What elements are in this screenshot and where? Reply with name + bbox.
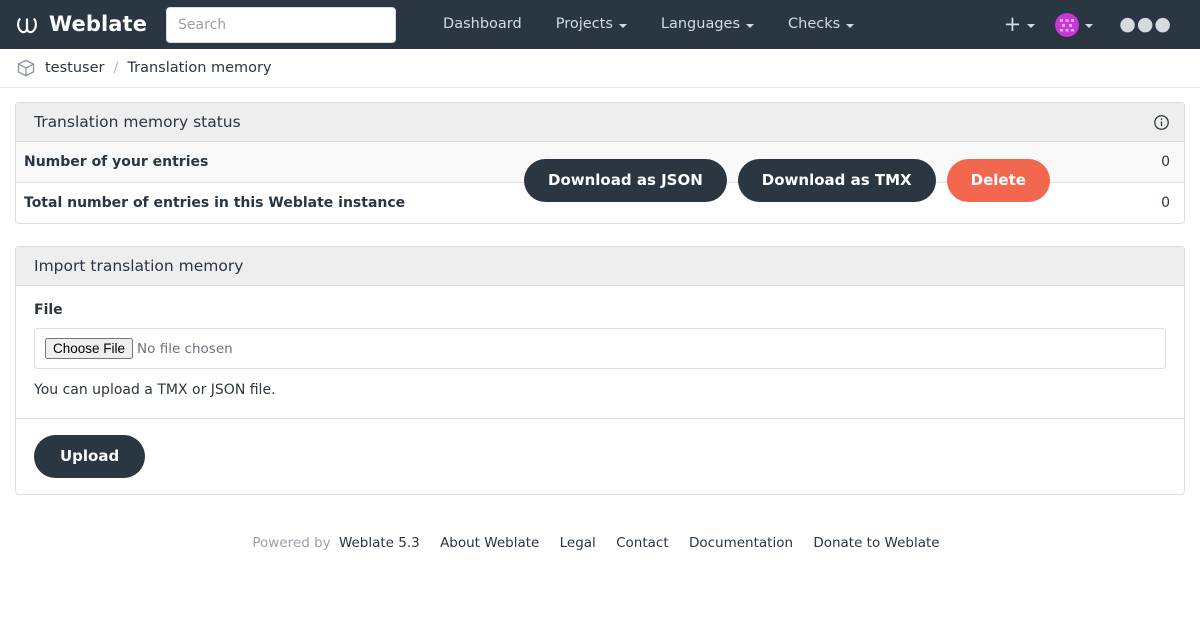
nav-label: Projects [555,16,613,32]
download-json-button[interactable]: Download as JSON [524,159,727,202]
main-content: Translation memory status Number of your… [0,88,1200,551]
breadcrumb-separator: / [113,60,119,76]
user-avatar-identicon [1055,12,1080,37]
nav-item-languages[interactable]: Languages [644,0,771,49]
page-title: Translation memory status [34,113,241,131]
weblate-logo-icon [14,12,40,38]
footer-link-version[interactable]: Weblate 5.3 [339,535,420,551]
chevron-down-icon [746,23,755,28]
import-translation-memory-panel: Import translation memory File You can u… [15,246,1185,495]
chevron-down-icon [618,23,627,28]
overflow-menu-button[interactable]: ●●● [1105,0,1186,49]
user-menu-button[interactable] [1047,0,1101,49]
nav-item-projects[interactable]: Projects [539,0,644,49]
chevron-down-icon [1085,23,1094,28]
footer-link-legal[interactable]: Legal [560,535,596,551]
breadcrumb: testuser / Translation memory [0,49,1200,88]
nav-label: Checks [788,16,841,32]
import-panel-title: Import translation memory [34,257,244,275]
file-field-label: File [34,302,63,318]
ellipsis-horizontal-icon: ●●● [1119,13,1172,35]
download-tmx-button[interactable]: Download as TMX [737,159,936,202]
nav-item-dashboard[interactable]: Dashboard [426,0,539,49]
row-value-total-entries: 0 [1124,182,1184,223]
file-input[interactable] [45,338,1155,359]
nav-label: Languages [660,16,741,32]
navbar-right-group: + ●●● [996,0,1186,49]
chevron-down-icon [1027,23,1036,28]
cube-box-icon [16,58,36,78]
row-value-your-entries: 0 [1161,154,1170,170]
brand-home-link[interactable]: Weblate [14,12,147,38]
footer-link-about[interactable]: About Weblate [440,535,539,551]
footer-link-contact[interactable]: Contact [616,535,669,551]
info-circle-icon[interactable] [1153,114,1170,131]
page-footer: Powered by Weblate 5.3 About Weblate Leg… [15,517,1185,551]
footer-link-donate[interactable]: Donate to Weblate [813,535,939,551]
brand-name: Weblate [49,12,148,36]
panel-heading: Import translation memory [16,247,1184,286]
import-panel-footer: Upload [16,418,1184,494]
upload-button[interactable]: Upload [34,435,146,478]
file-input-wrapper[interactable] [34,328,1166,369]
translation-memory-status-panel: Translation memory status Number of your… [15,102,1185,224]
plus-icon: + [1003,12,1022,36]
nav-item-checks[interactable]: Checks [771,0,871,49]
breadcrumb-item-user[interactable]: testuser [45,60,104,76]
powered-by-label: Powered by [252,535,331,551]
search-input[interactable] [166,6,397,43]
delete-button[interactable]: Delete [946,159,1050,202]
import-panel-body: File You can upload a TMX or JSON file. [16,286,1184,418]
add-menu-button[interactable]: + [996,0,1044,49]
footer-link-documentation[interactable]: Documentation [689,535,793,551]
file-help-text: You can upload a TMX or JSON file. [34,382,276,398]
breadcrumb-item-current: Translation memory [127,60,272,76]
primary-nav: Dashboard Projects Languages Checks [426,0,871,49]
panel-heading: Translation memory status [16,103,1184,142]
top-navbar: Weblate Dashboard Projects Languages Che… [0,0,1200,49]
chevron-down-icon [846,23,855,28]
nav-label: Dashboard [443,16,522,32]
